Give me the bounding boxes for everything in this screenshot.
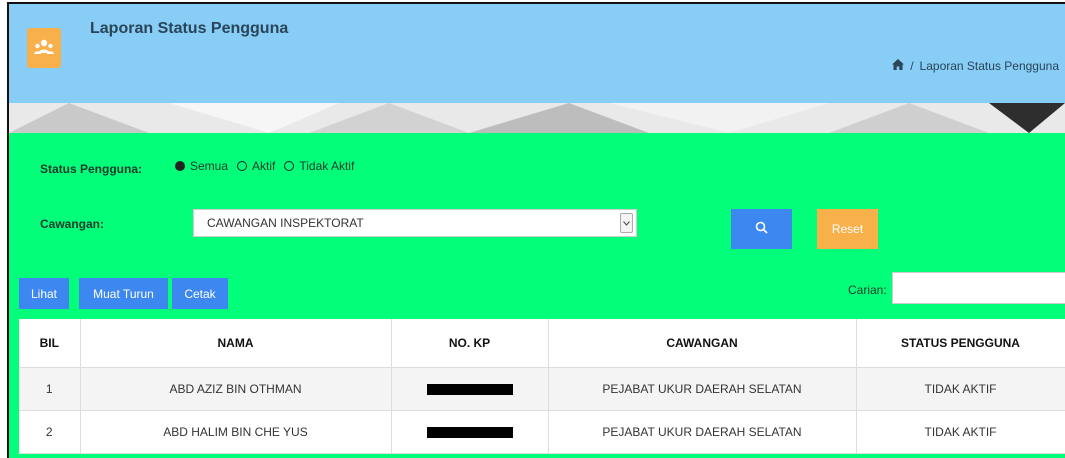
download-button[interactable]: Muat Turun <box>79 278 168 309</box>
cell-status: TIDAK AKTIF <box>856 410 1065 454</box>
chevron-down-icon[interactable] <box>620 213 633 233</box>
search-label: Carian: <box>848 283 887 297</box>
radio-label: Semua <box>190 159 229 173</box>
branch-label: Cawangan: <box>40 217 105 231</box>
radio-label: Tidak Aktif <box>299 159 355 173</box>
redacted-value <box>426 427 513 439</box>
users-icon <box>27 28 61 68</box>
status-option-semua[interactable]: Semua <box>175 159 228 173</box>
status-option-aktif[interactable]: Aktif <box>237 159 275 173</box>
cell-nama: ABD HALIM BIN CHE YUS <box>80 410 392 454</box>
cell-nama: ABD AZIZ BIN OTHMAN <box>80 367 392 411</box>
table-header-row: BIL NAMA NO. KP CAWANGAN STATUS PENGGUNA <box>19 319 1065 368</box>
cell-bil: 1 <box>19 367 81 411</box>
user-status-table: BIL NAMA NO. KP CAWANGAN STATUS PENGGUNA… <box>19 319 1065 454</box>
cell-cawangan: PEJABAT UKUR DAERAH SELATAN <box>548 410 857 454</box>
cell-cawangan: PEJABAT UKUR DAERAH SELATAN <box>548 367 857 411</box>
column-header-status[interactable]: STATUS PENGGUNA <box>856 319 1065 368</box>
column-header-cawangan[interactable]: CAWANGAN <box>548 319 857 368</box>
radio-button[interactable] <box>237 161 248 171</box>
redacted-value <box>426 384 513 396</box>
radio-button[interactable] <box>284 161 295 171</box>
view-button[interactable]: Lihat <box>19 278 69 309</box>
branch-select[interactable]: CAWANGAN INSPEKTORAT <box>193 209 637 237</box>
decorative-banner <box>9 103 1065 133</box>
radio-button[interactable] <box>175 161 185 171</box>
column-header-bil[interactable]: BIL <box>19 319 81 368</box>
search-input[interactable] <box>892 272 1065 304</box>
cell-bil: 2 <box>19 410 81 454</box>
print-button[interactable]: Cetak <box>172 278 228 309</box>
table-row: 2 ABD HALIM BIN CHE YUS PEJABAT UKUR DAE… <box>19 410 1065 454</box>
filter-panel: Status Pengguna: Semua Aktif Tidak Aktif… <box>9 133 1065 458</box>
status-option-tidak-aktif[interactable]: Tidak Aktif <box>284 159 354 173</box>
page-title: Laporan Status Pengguna <box>90 20 289 37</box>
breadcrumb: / Laporan Status Pengguna <box>892 59 1059 73</box>
cell-no-kp <box>391 410 549 454</box>
column-header-nama[interactable]: NAMA <box>80 319 392 368</box>
breadcrumb-current: Laporan Status Pengguna <box>919 59 1059 73</box>
status-radio-group: Semua Aktif Tidak Aktif <box>175 159 363 173</box>
search-button[interactable] <box>731 209 792 249</box>
table-row: 1 ABD AZIZ BIN OTHMAN PEJABAT UKUR DAERA… <box>19 367 1065 411</box>
status-label: Status Pengguna: <box>40 162 143 176</box>
reset-button[interactable]: Reset <box>817 209 878 249</box>
app-frame: Laporan Status Pengguna / Laporan Status… <box>7 2 1065 458</box>
radio-label: Aktif <box>252 159 276 173</box>
cell-no-kp <box>391 367 549 411</box>
cell-status: TIDAK AKTIF <box>856 367 1065 411</box>
search-icon <box>755 221 768 237</box>
home-icon[interactable] <box>892 59 905 73</box>
column-header-no-kp[interactable]: NO. KP <box>391 319 549 368</box>
page-header: Laporan Status Pengguna / Laporan Status… <box>9 4 1065 103</box>
breadcrumb-separator: / <box>910 59 914 73</box>
branch-select-value: CAWANGAN INSPEKTORAT <box>207 216 364 230</box>
